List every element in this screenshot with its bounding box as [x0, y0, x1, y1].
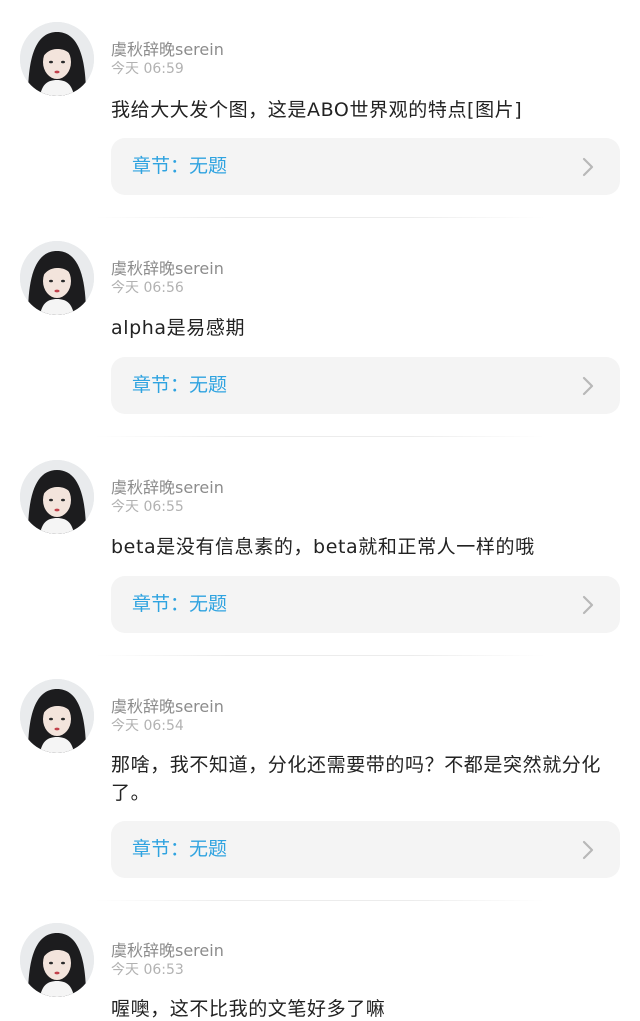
timestamp: 今天 06:59 [111, 61, 184, 77]
timestamp: 今天 06:53 [111, 962, 184, 978]
chapter-label: 章节：无题 [132, 374, 228, 396]
avatar[interactable] [20, 22, 94, 96]
chevron-right-icon [582, 840, 594, 860]
chapter-link-card[interactable]: 章节：无题 [111, 357, 620, 414]
comment-feed: 虞秋辞晚serein 今天 06:59 我给大大发个图，这是ABO世界观的特点[… [0, 0, 640, 1021]
divider [95, 900, 545, 901]
username[interactable]: 虞秋辞晚serein [111, 697, 224, 717]
divider [95, 655, 545, 656]
divider [95, 217, 545, 218]
username[interactable]: 虞秋辞晚serein [111, 478, 224, 498]
username[interactable]: 虞秋辞晚serein [111, 941, 224, 961]
avatar[interactable] [20, 923, 94, 997]
comment-text: beta是没有信息素的，beta就和正常人一样的哦 [111, 536, 535, 558]
avatar[interactable] [20, 460, 94, 534]
timestamp: 今天 06:56 [111, 280, 184, 296]
chapter-link-card[interactable]: 章节：无题 [111, 138, 620, 195]
chevron-right-icon [582, 595, 594, 615]
avatar[interactable] [20, 679, 94, 753]
chapter-link-card[interactable]: 章节：无题 [111, 576, 620, 633]
avatar[interactable] [20, 241, 94, 315]
username[interactable]: 虞秋辞晚serein [111, 40, 224, 60]
timestamp: 今天 06:55 [111, 499, 184, 515]
username[interactable]: 虞秋辞晚serein [111, 259, 224, 279]
chevron-right-icon [582, 157, 594, 177]
comment-text: 喔噢，这不比我的文笔好多了嘛 [111, 998, 386, 1020]
timestamp: 今天 06:54 [111, 718, 184, 734]
divider [95, 436, 545, 437]
comment-text: alpha是易感期 [111, 317, 246, 339]
chevron-right-icon [582, 376, 594, 396]
comment-text: 那啥，我不知道，分化还需要带的吗？不都是突然就分化了。 [111, 754, 602, 804]
chapter-link-card[interactable]: 章节：无题 [111, 821, 620, 878]
chapter-label: 章节：无题 [132, 838, 228, 860]
comment-text: 我给大大发个图，这是ABO世界观的特点[图片] [111, 99, 523, 121]
chapter-label: 章节：无题 [132, 155, 228, 177]
chapter-label: 章节：无题 [132, 593, 228, 615]
